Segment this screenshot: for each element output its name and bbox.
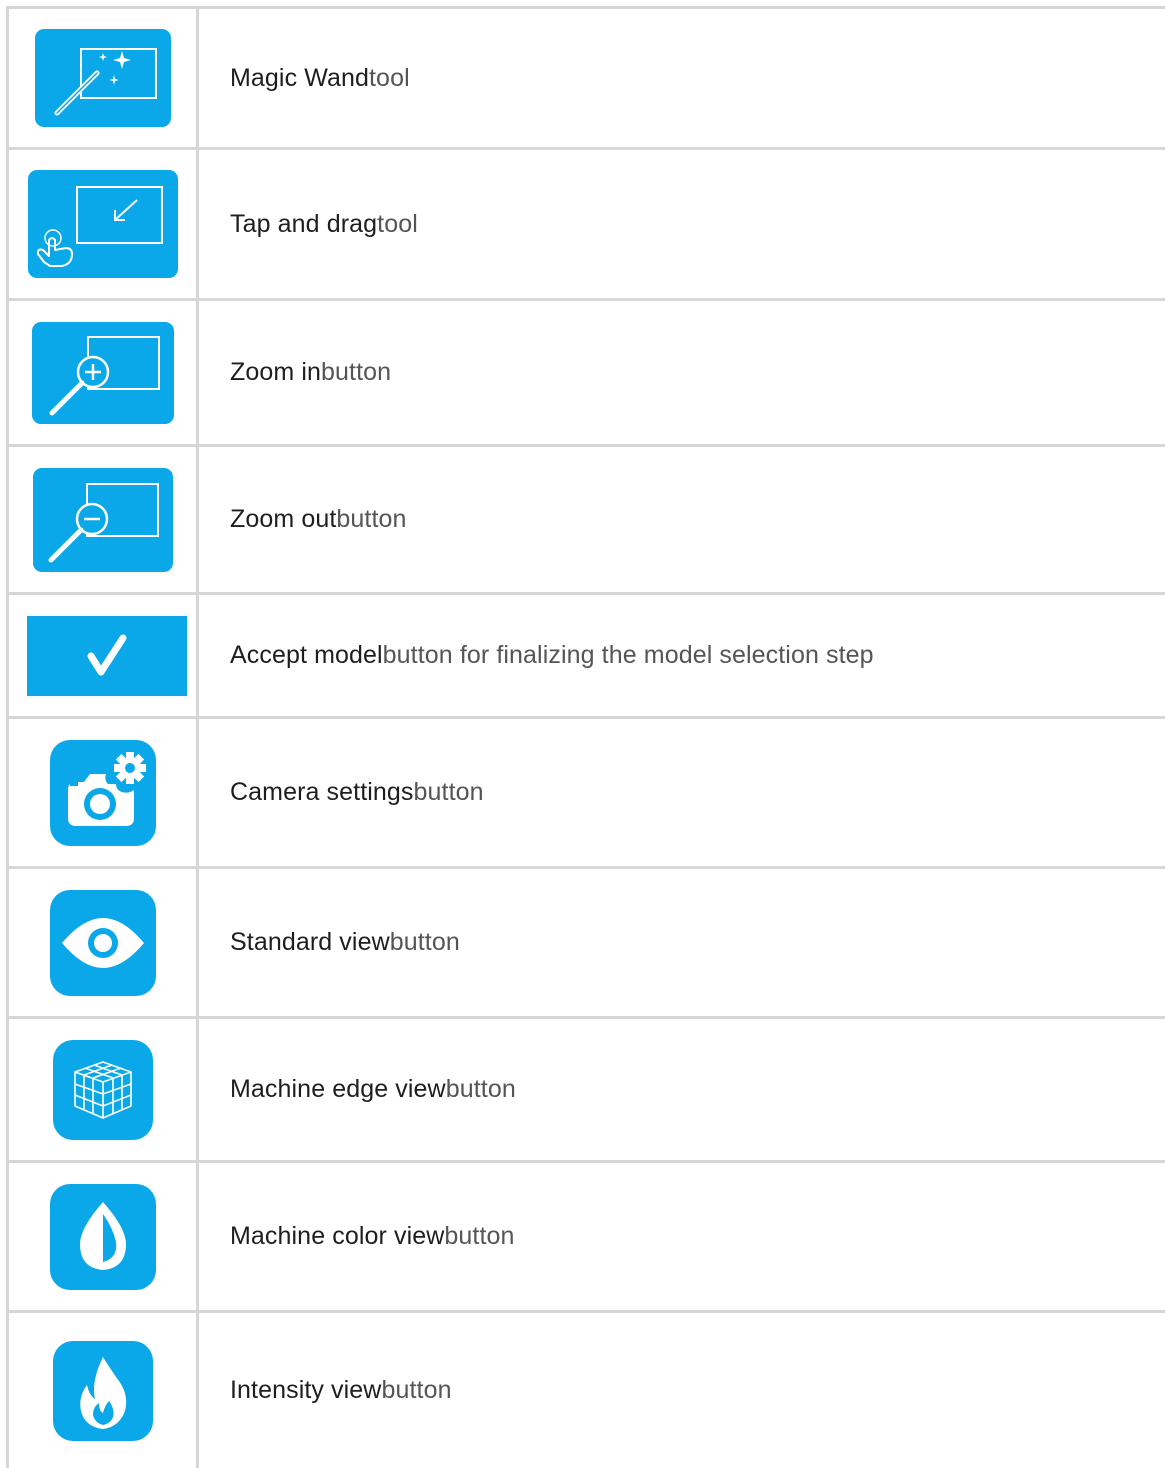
cube-wireframe-icon xyxy=(52,1039,153,1140)
tool-name: Accept model xyxy=(230,641,383,669)
row-description: Tap and drag tool xyxy=(230,150,418,298)
tool-name: Intensity view xyxy=(230,1376,382,1404)
row-description: Zoom out button xyxy=(230,447,407,592)
table-row: Zoom in button xyxy=(9,301,1165,444)
row-description: Standard view button xyxy=(230,869,460,1016)
tool-name: Machine color view xyxy=(230,1222,445,1250)
table-row: Accept model button for finalizing the m… xyxy=(9,595,1165,716)
table-row: Zoom out button xyxy=(9,447,1165,592)
camera-settings-icon xyxy=(49,739,156,846)
icon-cell xyxy=(9,150,196,298)
icon-cell xyxy=(9,869,196,1016)
flame-icon xyxy=(52,1340,153,1441)
table-row: Tap and drag tool xyxy=(9,150,1165,298)
icon-cell xyxy=(9,1163,196,1310)
tool-type: button xyxy=(381,1376,452,1404)
tool-type: button xyxy=(321,358,392,386)
icon-cell xyxy=(9,301,196,444)
table-row: Machine color view button xyxy=(9,1163,1165,1310)
tool-type: button xyxy=(445,1075,516,1103)
tool-type: button xyxy=(336,505,407,533)
tool-name: Machine edge view xyxy=(230,1075,446,1103)
droplet-icon xyxy=(49,1183,156,1290)
tool-name: Standard view xyxy=(230,928,390,956)
zoom-out-icon xyxy=(32,467,173,572)
tool-name: Camera settings xyxy=(230,778,414,806)
icon-cell xyxy=(9,1019,196,1160)
row-description: Camera settings button xyxy=(230,719,484,866)
checkmark-icon xyxy=(26,615,187,696)
tool-type: tool xyxy=(369,63,410,92)
icon-cell xyxy=(9,1313,196,1468)
row-description: Accept model button for finalizing the m… xyxy=(230,595,874,716)
row-description: Intensity view button xyxy=(230,1313,452,1468)
eye-icon xyxy=(49,889,156,996)
zoom-in-icon xyxy=(31,321,174,424)
icon-cell xyxy=(9,9,196,147)
icon-cell xyxy=(9,447,196,592)
tool-type: button xyxy=(413,778,484,806)
tool-type: button xyxy=(389,928,460,956)
icon-reference-table: Magic Wand tool Tap and drag tool Zoom i… xyxy=(0,0,1165,1468)
tool-type: button for finalizing the model selectio… xyxy=(382,641,874,669)
tool-name: Zoom out xyxy=(230,505,337,533)
magic-wand-icon xyxy=(34,29,171,127)
row-description: Machine color view button xyxy=(230,1163,515,1310)
row-description: Machine edge view button xyxy=(230,1019,516,1160)
tool-name: Tap and drag xyxy=(230,209,378,238)
tool-type: button xyxy=(444,1222,515,1250)
tool-type: tool xyxy=(377,209,418,238)
tap-and-drag-icon xyxy=(27,170,178,278)
tool-name: Zoom in xyxy=(230,358,322,386)
tool-name: Magic Wand xyxy=(230,63,370,92)
table-row: Camera settings button xyxy=(9,719,1165,866)
table-row: Machine edge view button xyxy=(9,1019,1165,1160)
icon-cell xyxy=(26,595,187,716)
icon-cell xyxy=(9,719,196,866)
row-description: Zoom in button xyxy=(230,301,391,444)
row-description: Magic Wand tool xyxy=(230,9,410,147)
table-row: Intensity view button xyxy=(9,1313,1165,1468)
table-row: Standard view button xyxy=(9,869,1165,1016)
table-row: Magic Wand tool xyxy=(9,9,1165,147)
